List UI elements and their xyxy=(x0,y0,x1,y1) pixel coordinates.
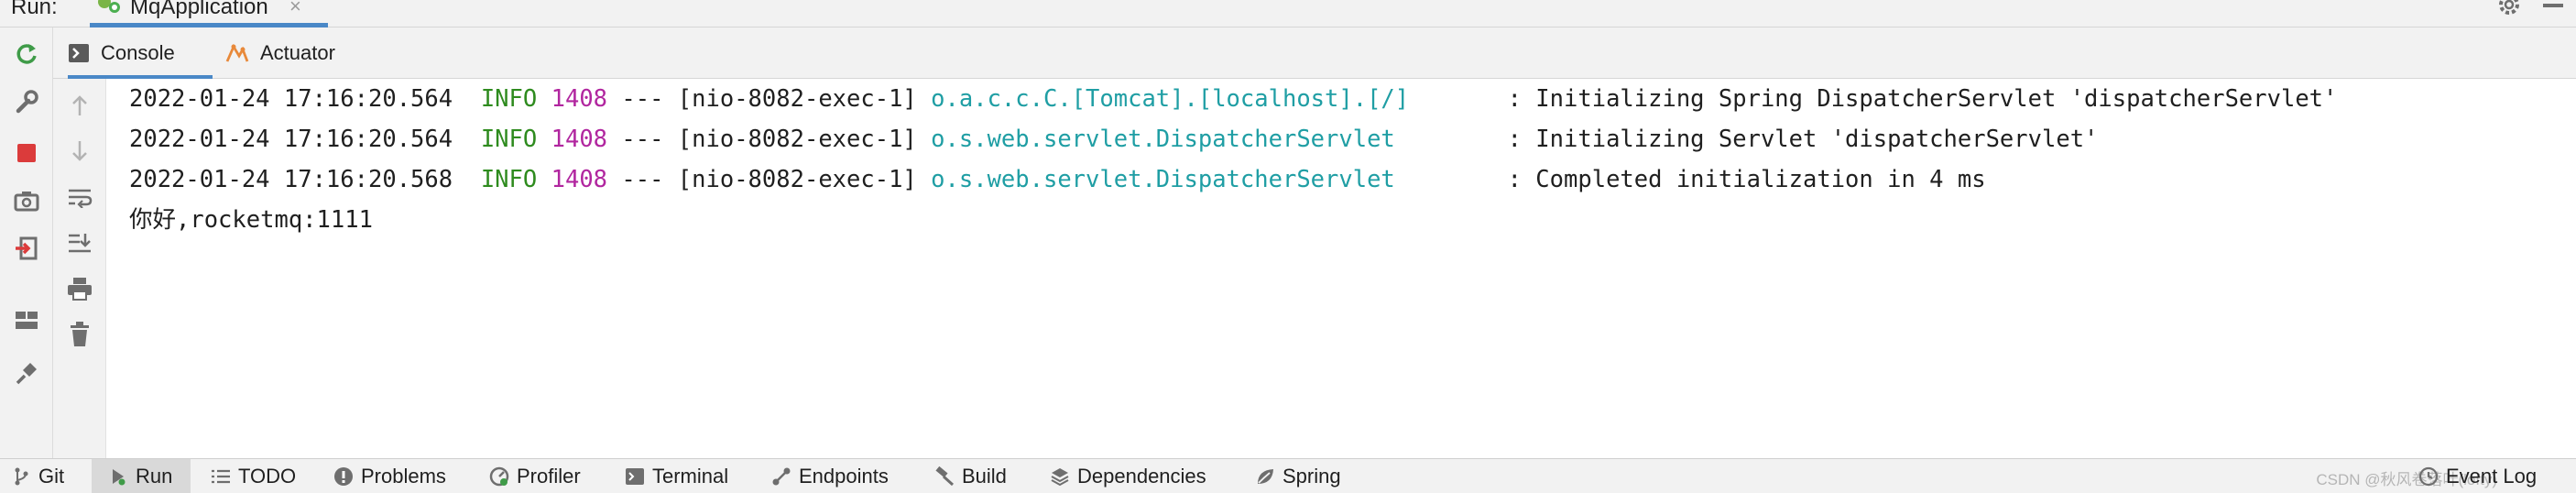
tool-dependencies[interactable]: Dependencies xyxy=(1050,459,1206,493)
log-logger: o.s.web.servlet.DispatcherServlet xyxy=(931,166,1494,193)
console-line: 你好,rocketmq:1111 xyxy=(129,202,373,238)
scroll-up-icon[interactable] xyxy=(64,90,95,121)
log-thread: --- [nio-8082-exec-1] xyxy=(621,85,917,113)
tab-console-label: Console xyxy=(101,41,175,64)
spring-leaf-icon xyxy=(1255,466,1275,487)
exit-icon[interactable] xyxy=(9,231,44,266)
tool-spring[interactable]: Spring xyxy=(1255,459,1341,493)
close-icon[interactable]: × xyxy=(289,0,301,18)
spring-boot-app-icon xyxy=(98,0,120,13)
dependencies-icon xyxy=(1050,466,1070,487)
profiler-icon xyxy=(489,466,509,487)
tool-run-label: Run xyxy=(136,465,173,488)
log-thread: --- [nio-8082-exec-1] xyxy=(621,166,917,193)
problems-icon xyxy=(333,466,354,487)
wrench-icon[interactable] xyxy=(9,84,44,119)
event-log-icon xyxy=(2418,466,2439,487)
tool-problems[interactable]: Problems xyxy=(333,459,446,493)
rerun-icon[interactable] xyxy=(9,37,44,71)
log-logger: o.s.web.servlet.DispatcherServlet xyxy=(931,126,1494,153)
log-level: INFO xyxy=(480,166,538,193)
console-line: 2022-01-24 17:16:20.564 INFO 1408 --- [n… xyxy=(129,81,2337,117)
camera-icon[interactable] xyxy=(9,183,44,218)
tool-endpoints-label: Endpoints xyxy=(799,465,889,488)
stop-icon[interactable] xyxy=(9,136,44,170)
console-output-text: 你好,rocketmq:1111 xyxy=(129,206,373,234)
tool-git-label: Git xyxy=(38,465,65,488)
actuator-icon xyxy=(225,43,249,62)
log-message: : Completed initialization in 4 ms xyxy=(1493,166,1986,193)
soft-wrap-icon[interactable] xyxy=(64,181,95,213)
console-tabs-bar: Console Actuator xyxy=(53,27,2576,79)
log-level: INFO xyxy=(480,85,538,113)
log-timestamp: 2022-01-24 17:16:20.564 xyxy=(129,85,453,113)
layout-icon[interactable] xyxy=(9,302,44,337)
git-branch-icon xyxy=(11,466,31,487)
minimize-icon[interactable] xyxy=(2543,4,2563,7)
tool-profiler[interactable]: Profiler xyxy=(489,459,581,493)
tool-build-label: Build xyxy=(962,465,1007,488)
log-pid: 1408 xyxy=(551,166,608,193)
log-timestamp: 2022-01-24 17:16:20.568 xyxy=(129,166,453,193)
tool-build[interactable]: Build xyxy=(934,459,1007,493)
run-tool-window-header: Run: MqApplication × xyxy=(0,0,2576,27)
run-actions-toolbar xyxy=(0,27,53,458)
log-level: INFO xyxy=(480,126,538,153)
todo-list-icon xyxy=(211,466,231,487)
log-pid: 1408 xyxy=(551,85,608,113)
tool-dependencies-label: Dependencies xyxy=(1077,465,1206,488)
terminal-icon xyxy=(625,466,645,487)
console-line: 2022-01-24 17:16:20.564 INFO 1408 --- [n… xyxy=(129,121,2098,158)
tool-git[interactable]: Git xyxy=(11,459,64,493)
run-label: Run: xyxy=(11,0,58,19)
run-icon xyxy=(108,466,128,487)
log-message: : Initializing Spring DispatcherServlet … xyxy=(1493,85,2338,113)
tool-todo[interactable]: TODO xyxy=(211,459,296,493)
log-logger: o.a.c.c.C.[Tomcat].[localhost].[/] xyxy=(931,85,1494,113)
tab-actuator[interactable]: Actuator xyxy=(225,27,363,79)
run-config-tab-title: MqApplication xyxy=(130,0,268,19)
log-message: : Initializing Servlet 'dispatcherServle… xyxy=(1493,126,2099,153)
tool-window-bar: Git Run TODO Problems Profiler Terminal … xyxy=(0,458,2576,493)
gear-icon[interactable] xyxy=(2495,0,2523,18)
console-icon xyxy=(69,44,89,62)
tool-problems-label: Problems xyxy=(361,465,446,488)
scroll-to-end-icon[interactable] xyxy=(64,227,95,258)
tool-profiler-label: Profiler xyxy=(517,465,581,488)
print-icon[interactable] xyxy=(64,273,95,304)
endpoints-icon xyxy=(771,466,791,487)
tool-spring-label: Spring xyxy=(1283,465,1341,488)
tool-event-log[interactable]: Event Log xyxy=(2418,459,2537,493)
console-line: 2022-01-24 17:16:20.568 INFO 1408 --- [n… xyxy=(129,161,1986,198)
run-config-tab[interactable]: MqApplication × xyxy=(90,0,328,27)
pin-icon[interactable] xyxy=(9,356,44,390)
log-pid: 1408 xyxy=(551,126,608,153)
tool-todo-label: TODO xyxy=(238,465,297,488)
tool-event-log-label: Event Log xyxy=(2446,465,2538,488)
log-timestamp: 2022-01-24 17:16:20.564 xyxy=(129,126,453,153)
scroll-down-icon[interactable] xyxy=(64,136,95,167)
trash-icon[interactable] xyxy=(64,319,95,350)
console-actions-toolbar xyxy=(53,79,106,458)
build-hammer-icon xyxy=(934,466,955,487)
tool-run[interactable]: Run xyxy=(92,459,191,493)
tab-console[interactable]: Console xyxy=(68,27,213,79)
log-thread: --- [nio-8082-exec-1] xyxy=(621,126,917,153)
tool-endpoints[interactable]: Endpoints xyxy=(771,459,889,493)
tool-terminal[interactable]: Terminal xyxy=(625,459,728,493)
tab-actuator-label: Actuator xyxy=(260,41,335,64)
console-output[interactable]: 2022-01-24 17:16:20.564 INFO 1408 --- [n… xyxy=(107,79,2576,458)
tool-terminal-label: Terminal xyxy=(652,465,729,488)
